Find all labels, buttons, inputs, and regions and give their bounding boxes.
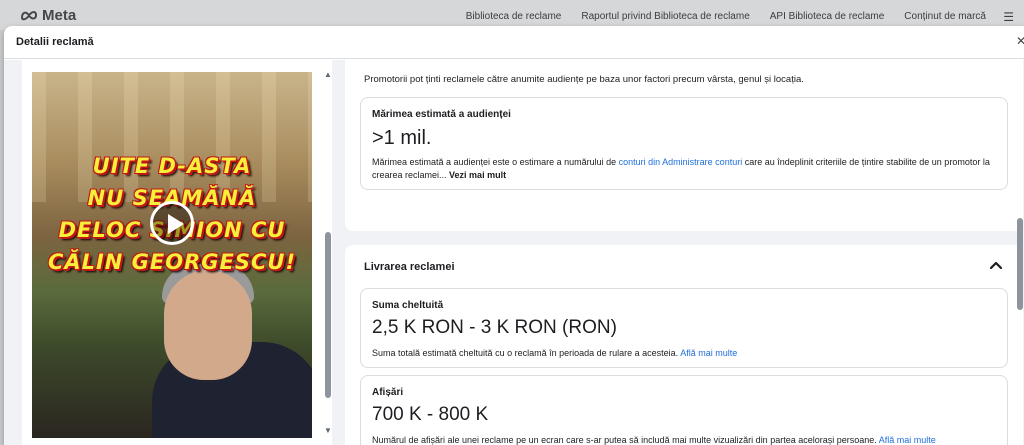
- learn-more-link[interactable]: Află mai multe: [680, 348, 737, 358]
- impressions-label: Afișări: [372, 387, 404, 398]
- amount-spent-label: Suma cheltuită: [372, 300, 444, 311]
- nav-branded-content[interactable]: Conținut de marcă: [904, 11, 986, 22]
- accounts-center-link[interactable]: conturi din Administrare conturi: [619, 157, 743, 167]
- nav-ad-library[interactable]: Biblioteca de reclame: [466, 11, 562, 22]
- chevron-up-icon[interactable]: [989, 259, 1003, 271]
- amount-spent-desc-text: Suma totală estimată cheltuită cu o recl…: [372, 348, 679, 358]
- meta-logo-text: Meta: [42, 7, 77, 24]
- ad-delivery-card: Livrarea reclamei Suma cheltuită 2,5 K R…: [345, 245, 1023, 445]
- ad-creative-pane: UITE D-ASTA NU SEAMĂNĂ DELOC SIMION CU C…: [22, 60, 332, 445]
- scroll-down-arrow-icon[interactable]: ▼: [324, 426, 332, 435]
- modal-header: Detalii reclamă ✕: [4, 26, 1024, 59]
- audience-size-value: >1 mil.: [372, 127, 432, 149]
- close-icon[interactable]: ✕: [1016, 34, 1024, 50]
- video-background-columns: [32, 72, 312, 202]
- left-scrollbar-thumb[interactable]: [325, 232, 331, 398]
- ad-delivery-title: Livrarea reclamei: [364, 261, 455, 273]
- audience-intro-text: Promotorii pot ținti reclamele către anu…: [364, 74, 804, 85]
- audience-size-label: Mărimea estimată a audienței: [372, 109, 511, 120]
- impressions-value: 700 K - 800 K: [372, 404, 489, 425]
- impressions-card: Afișări 700 K - 800 K Numărul de afișări…: [360, 375, 1008, 445]
- audience-size-description: Mărimea estimată a audienței este o esti…: [372, 156, 992, 182]
- nav-ad-library-api[interactable]: API Biblioteca de reclame: [770, 11, 885, 22]
- nav-ad-library-report[interactable]: Raportul privind Biblioteca de reclame: [581, 11, 749, 22]
- see-more-link[interactable]: Vezi mai mult: [449, 170, 506, 180]
- impressions-description: Numărul de afișări ale unei reclame pe u…: [372, 434, 992, 445]
- ad-details-pane: Promotorii pot ținti reclamele către anu…: [345, 60, 1024, 445]
- meta-logo[interactable]: Meta: [20, 7, 76, 24]
- amount-spent-card: Suma cheltuită 2,5 K RON - 3 K RON (RON)…: [360, 288, 1008, 368]
- amount-spent-description: Suma totală estimată cheltuită cu o recl…: [372, 347, 992, 360]
- right-scrollbar-thumb[interactable]: [1017, 218, 1023, 310]
- amount-spent-value: 2,5 K RON - 3 K RON (RON): [372, 317, 617, 338]
- video-caption-line: CĂLIN GEORGESCU!: [47, 250, 297, 274]
- meta-infinity-icon: [20, 11, 38, 21]
- play-icon[interactable]: [150, 201, 194, 245]
- ad-video[interactable]: UITE D-ASTA NU SEAMĂNĂ DELOC SIMION CU C…: [32, 72, 312, 438]
- scroll-up-arrow-icon[interactable]: ▲: [324, 70, 332, 79]
- video-person-face: [164, 270, 252, 380]
- impressions-desc-text: Numărul de afișări ale unei reclame pe u…: [372, 435, 877, 445]
- audience-desc-before: Mărimea estimată a audienței este o esti…: [372, 157, 619, 167]
- video-caption-line: UITE D-ASTA: [92, 154, 252, 178]
- right-scrollbar[interactable]: [1016, 60, 1024, 445]
- top-nav: Biblioteca de reclame Raportul privind B…: [466, 11, 986, 22]
- hamburger-menu-icon[interactable]: ☰: [1003, 10, 1014, 24]
- modal-title: Detalii reclamă: [16, 36, 94, 48]
- estimated-audience-size-card: Mărimea estimată a audienței >1 mil. Măr…: [360, 97, 1008, 190]
- audience-card: Promotorii pot ținti reclamele către anu…: [345, 60, 1023, 231]
- modal-body: UITE D-ASTA NU SEAMĂNĂ DELOC SIMION CU C…: [4, 60, 1024, 445]
- learn-more-link[interactable]: Află mai multe: [879, 435, 936, 445]
- left-scrollbar[interactable]: ▲ ▼: [322, 64, 334, 440]
- ad-details-modal: Detalii reclamă ✕ UITE D-ASTA NU SEAMĂNĂ…: [4, 26, 1024, 445]
